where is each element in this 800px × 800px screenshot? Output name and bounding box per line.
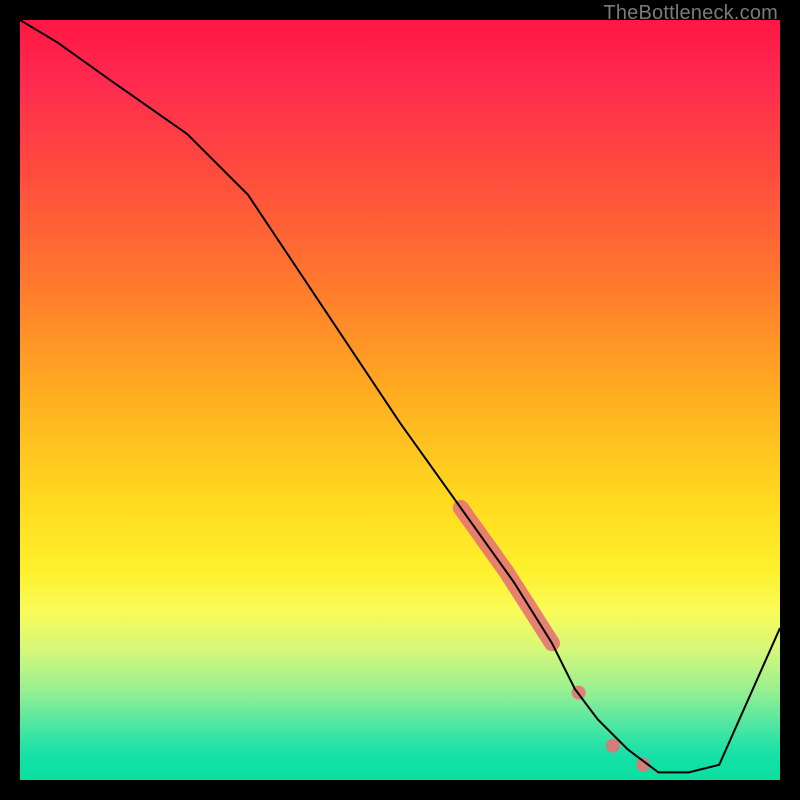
highlight-dots [572, 686, 651, 772]
highlight-dot [606, 739, 620, 753]
bottleneck-curve [20, 20, 780, 772]
plot-area [20, 20, 780, 780]
chart-stage: TheBottleneck.com [0, 0, 800, 800]
curve-layer [20, 20, 780, 780]
